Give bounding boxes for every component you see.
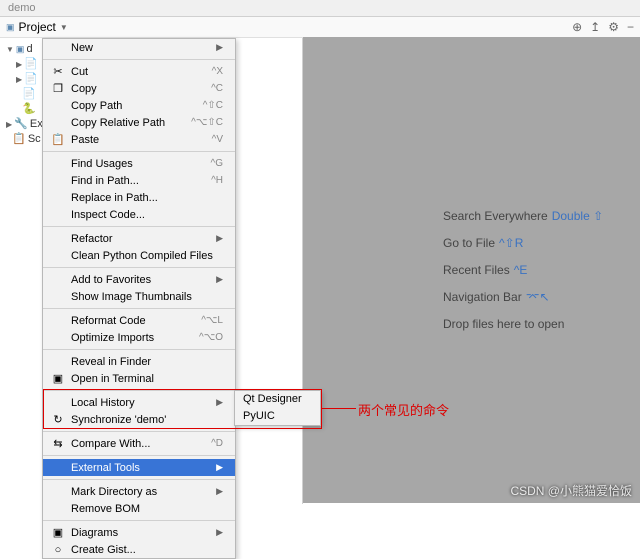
menu-find-usages[interactable]: Find Usages^G [43, 155, 235, 172]
menu-copy[interactable]: ❐Copy^C [43, 80, 235, 97]
nav-hint: Navigation Bar [443, 290, 522, 304]
menu-sync[interactable]: ↻Synchronize 'demo' [43, 411, 235, 428]
welcome-panel: Search Everywhere Double ⇧ Go to File ^⇧… [303, 37, 640, 503]
gear-icon[interactable]: ⚙ [608, 20, 619, 34]
recent-hint: Recent Files [443, 263, 510, 277]
menu-external-tools[interactable]: External Tools▶ [43, 459, 235, 476]
compare-icon: ⇆ [51, 437, 65, 450]
menu-terminal[interactable]: ▣Open in Terminal [43, 370, 235, 387]
annotation-line [322, 408, 356, 409]
menu-gist[interactable]: ○Create Gist... [43, 541, 235, 558]
search-shortcut: Double ⇧ [552, 209, 603, 223]
context-menu: New▶ ✂Cut^X ❐Copy^C Copy Path^⇧C Copy Re… [42, 38, 236, 559]
menu-find-in-path[interactable]: Find in Path...^H [43, 172, 235, 189]
terminal-icon: ▣ [51, 372, 65, 385]
menu-optimize[interactable]: Optimize Imports^⌥O [43, 329, 235, 346]
project-label[interactable]: Project [19, 20, 56, 34]
search-hint: Search Everywhere [443, 209, 548, 223]
menu-inspect[interactable]: Inspect Code... [43, 206, 235, 223]
goto-shortcut: ^⇧R [499, 236, 523, 250]
project-toolbar: ▣ Project ▼ ⊕ ↥ ⚙ − [0, 17, 640, 38]
github-icon: ○ [51, 544, 65, 556]
target-icon[interactable]: ⊕ [572, 20, 582, 34]
annotation-text: 两个常见的命令 [358, 400, 449, 419]
menu-copy-rel[interactable]: Copy Relative Path^⌥⇧C [43, 114, 235, 131]
menu-reveal[interactable]: Reveal in Finder [43, 353, 235, 370]
window-title: demo [0, 0, 640, 17]
nav-shortcut: ⌤↖ [526, 290, 550, 304]
watermark: CSDN @小熊猫爱恰饭 [510, 482, 632, 499]
drop-hint: Drop files here to open [443, 317, 564, 331]
submenu-pyuic[interactable]: PyUIC [235, 408, 320, 425]
menu-replace-in-path[interactable]: Replace in Path... [43, 189, 235, 206]
menu-history[interactable]: Local History▶ [43, 394, 235, 411]
menu-clean[interactable]: Clean Python Compiled Files [43, 247, 235, 264]
external-tools-submenu: Qt Designer PyUIC [234, 390, 321, 426]
chevron-down-icon[interactable]: ▼ [60, 23, 68, 32]
menu-copy-path[interactable]: Copy Path^⇧C [43, 97, 235, 114]
menu-add-fav[interactable]: Add to Favorites▶ [43, 271, 235, 288]
collapse-icon[interactable]: ↥ [590, 20, 600, 34]
diagram-icon: ▣ [51, 526, 65, 539]
menu-compare[interactable]: ⇆Compare With...^D [43, 435, 235, 452]
goto-hint: Go to File [443, 236, 495, 250]
project-icon: ▣ [6, 22, 15, 33]
menu-refactor[interactable]: Refactor▶ [43, 230, 235, 247]
submenu-qt-designer[interactable]: Qt Designer [235, 391, 320, 408]
menu-paste[interactable]: 📋Paste^V [43, 131, 235, 148]
paste-icon: 📋 [51, 133, 65, 146]
menu-new[interactable]: New▶ [43, 39, 235, 56]
menu-diagrams[interactable]: ▣Diagrams▶ [43, 524, 235, 541]
copy-icon: ❐ [51, 82, 65, 95]
menu-mark-dir[interactable]: Mark Directory as▶ [43, 483, 235, 500]
sync-icon: ↻ [51, 413, 65, 426]
hide-icon[interactable]: − [627, 20, 634, 34]
scissors-icon: ✂ [51, 65, 65, 78]
menu-reformat[interactable]: Reformat Code^⌥L [43, 312, 235, 329]
menu-thumbs[interactable]: Show Image Thumbnails [43, 288, 235, 305]
recent-shortcut: ^E [514, 263, 528, 277]
menu-cut[interactable]: ✂Cut^X [43, 63, 235, 80]
